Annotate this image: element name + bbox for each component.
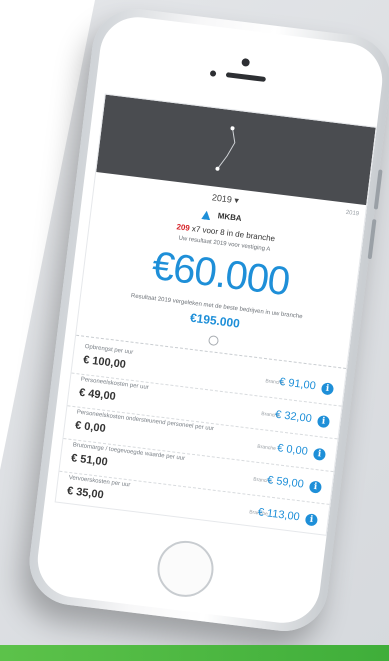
info-icon[interactable]: i bbox=[308, 480, 323, 494]
brand-stripe bbox=[0, 645, 389, 661]
sensor-icon bbox=[209, 70, 217, 77]
benchmark-label: Branche bbox=[256, 443, 277, 452]
info-toggle-icon[interactable] bbox=[207, 335, 220, 347]
speaker-grille bbox=[225, 72, 267, 82]
company-logo-icon bbox=[201, 210, 211, 220]
phone-body: 2019 ▾ 2019 MKBA 209 x7 voor 8 in de bra… bbox=[33, 12, 387, 628]
kpi-value: € 49,00 bbox=[78, 386, 117, 404]
info-icon[interactable]: i bbox=[316, 414, 331, 429]
year-selector[interactable]: 2019 ▾ bbox=[211, 192, 239, 206]
home-button[interactable] bbox=[154, 537, 217, 601]
info-icon[interactable]: i bbox=[320, 382, 335, 396]
kpi-value: € 35,00 bbox=[66, 484, 105, 502]
info-icon[interactable]: i bbox=[304, 513, 319, 527]
company-name: MKBA bbox=[217, 211, 243, 224]
camera-icon bbox=[241, 57, 251, 67]
benchmark-value: € 113,00 bbox=[257, 506, 301, 524]
kpi-value: € 0,00 bbox=[74, 419, 107, 436]
year-label-right: 2019 bbox=[345, 209, 360, 218]
benchmark-value: € 32,00 bbox=[274, 408, 313, 426]
kpi-list: Opbrengst per uur € 100,00 Branche € 91,… bbox=[55, 341, 345, 536]
info-icon[interactable]: i bbox=[312, 447, 327, 462]
benchmark-value: € 91,00 bbox=[278, 375, 317, 393]
app-screen: 2019 ▾ 2019 MKBA 209 x7 voor 8 in de bra… bbox=[54, 93, 377, 536]
kpi-value: € 100,00 bbox=[82, 353, 127, 372]
kpi-value: € 51,00 bbox=[70, 452, 109, 469]
benchmark-value: € 59,00 bbox=[266, 474, 305, 491]
ranking-number: 209 bbox=[175, 222, 191, 233]
benchmark-value: € 0,00 bbox=[276, 442, 309, 458]
